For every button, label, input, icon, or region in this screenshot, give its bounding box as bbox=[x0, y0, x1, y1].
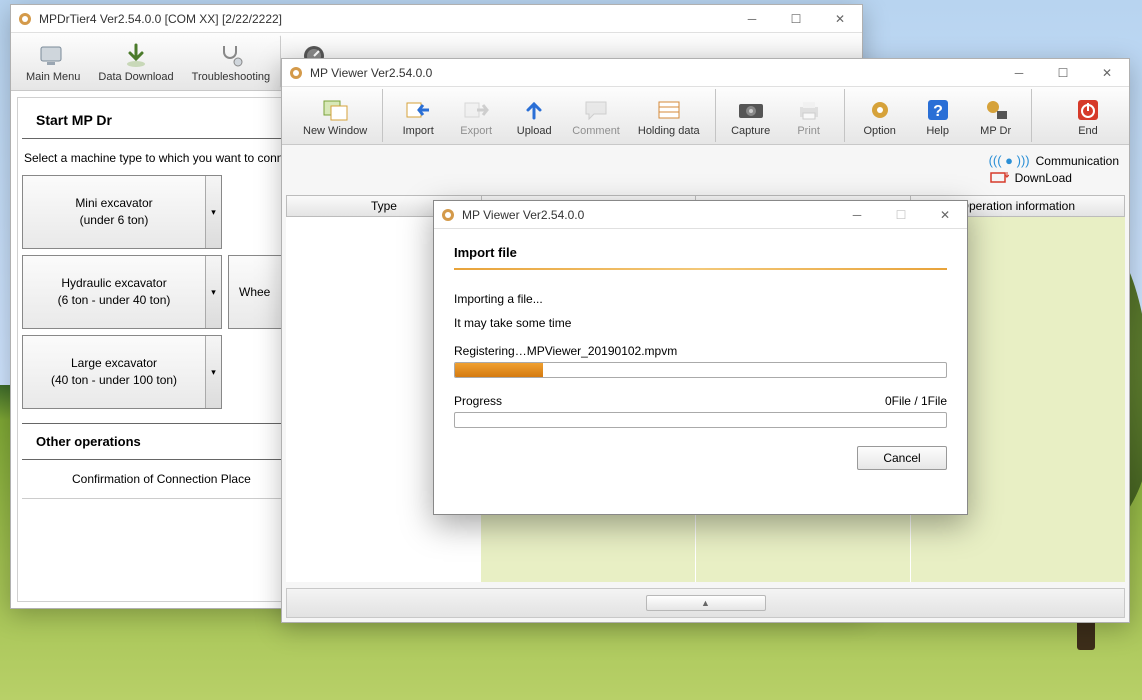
main-menu-label: Main Menu bbox=[26, 71, 80, 83]
new-window-button[interactable]: New Window bbox=[294, 89, 376, 142]
troubleshooting-label: Troubleshooting bbox=[192, 71, 270, 83]
footer-bar: ▲ bbox=[286, 588, 1125, 618]
importing-text: Importing a file... bbox=[454, 292, 947, 306]
expand-up-button[interactable]: ▲ bbox=[646, 595, 766, 611]
maytake-text: It may take some time bbox=[454, 316, 947, 330]
file-progress-bar bbox=[454, 362, 947, 378]
mpdr-titlebar[interactable]: MPDrTier4 Ver2.54.0.0 [COM XX] [2/22/222… bbox=[11, 5, 862, 33]
gear-icon bbox=[865, 95, 895, 125]
communication-status: ((( ● )))Communication bbox=[989, 153, 1119, 168]
upload-button[interactable]: Upload bbox=[505, 89, 563, 142]
stethoscope-icon bbox=[216, 41, 246, 71]
file-progress-fill bbox=[455, 363, 543, 377]
import-label: Import bbox=[403, 125, 434, 137]
option-button[interactable]: Option bbox=[851, 89, 909, 142]
progress-label: Progress bbox=[454, 394, 502, 408]
new-window-icon bbox=[320, 95, 350, 125]
capture-button[interactable]: Capture bbox=[722, 89, 780, 142]
upload-label: Upload bbox=[517, 125, 552, 137]
status-panel: ((( ● )))Communication DownLoad bbox=[989, 153, 1119, 188]
progress-count: 0File / 1File bbox=[885, 394, 947, 408]
svg-text:?: ? bbox=[933, 103, 943, 120]
dialog-app-icon bbox=[440, 207, 456, 223]
mpviewer-title-text: MP Viewer Ver2.54.0.0 bbox=[310, 66, 432, 80]
export-button[interactable]: Export bbox=[447, 89, 505, 142]
upload-icon bbox=[519, 95, 549, 125]
import-button[interactable]: Import bbox=[389, 89, 447, 142]
export-icon bbox=[461, 95, 491, 125]
holding-data-label: Holding data bbox=[638, 125, 700, 137]
main-menu-button[interactable]: Main Menu bbox=[17, 35, 89, 88]
help-label: Help bbox=[926, 125, 949, 137]
signal-icon: ((( ● ))) bbox=[989, 153, 1030, 168]
close-button[interactable]: ✕ bbox=[923, 201, 967, 229]
maximize-button[interactable]: ☐ bbox=[1041, 59, 1085, 87]
holding-data-button[interactable]: Holding data bbox=[629, 89, 709, 142]
maximize-button[interactable]: ☐ bbox=[774, 5, 818, 33]
mpviewer-app-icon bbox=[288, 65, 304, 81]
dropdown-arrow-icon[interactable]: ▾ bbox=[205, 176, 221, 248]
dialog-titlebar[interactable]: MP Viewer Ver2.54.0.0 ─ ☐ ✕ bbox=[434, 201, 967, 229]
dropdown-arrow-icon[interactable]: ▾ bbox=[205, 256, 221, 328]
overall-progress-bar bbox=[454, 412, 947, 428]
comment-label: Comment bbox=[572, 125, 620, 137]
troubleshooting-button[interactable]: Troubleshooting bbox=[183, 35, 281, 88]
mpdr-button[interactable]: MP Dr bbox=[967, 89, 1025, 142]
dropdown-arrow-icon[interactable]: ▾ bbox=[205, 336, 221, 408]
machine-mini-excavator[interactable]: Mini excavator(under 6 ton)▾ bbox=[22, 175, 222, 249]
monitor-icon bbox=[38, 41, 68, 71]
import-icon bbox=[403, 95, 433, 125]
close-button[interactable]: ✕ bbox=[1085, 59, 1129, 87]
machine-large-excavator[interactable]: Large excavator(40 ton - under 100 ton)▾ bbox=[22, 335, 222, 409]
capture-label: Capture bbox=[731, 125, 770, 137]
minimize-button[interactable]: ─ bbox=[730, 5, 774, 33]
mpdr-title-text: MPDrTier4 Ver2.54.0.0 [COM XX] [2/22/222… bbox=[39, 12, 282, 26]
import-dialog: MP Viewer Ver2.54.0.0 ─ ☐ ✕ Import file … bbox=[433, 200, 968, 515]
comment-icon bbox=[581, 95, 611, 125]
data-download-label: Data Download bbox=[98, 71, 173, 83]
printer-icon bbox=[794, 95, 824, 125]
mpdr-app-icon bbox=[17, 11, 33, 27]
end-label: End bbox=[1078, 125, 1098, 137]
print-label: Print bbox=[797, 125, 820, 137]
mpviewer-titlebar[interactable]: MP Viewer Ver2.54.0.0 ─ ☐ ✕ bbox=[282, 59, 1129, 87]
help-icon: ? bbox=[923, 95, 953, 125]
print-button[interactable]: Print bbox=[780, 89, 838, 142]
dialog-title-text: MP Viewer Ver2.54.0.0 bbox=[462, 208, 584, 222]
power-icon bbox=[1073, 95, 1103, 125]
chevron-up-icon: ▲ bbox=[701, 598, 710, 608]
export-label: Export bbox=[460, 125, 492, 137]
mpviewer-toolbar: New Window Import Export Upload Comment … bbox=[282, 87, 1129, 145]
option-label: Option bbox=[863, 125, 895, 137]
download-arrow-icon bbox=[121, 41, 151, 71]
mpdr-label: MP Dr bbox=[980, 125, 1011, 137]
help-button[interactable]: ? Help bbox=[909, 89, 967, 142]
end-button[interactable]: End bbox=[1059, 89, 1117, 142]
download-status: DownLoad bbox=[989, 171, 1119, 185]
registering-text: Registering…MPViewer_20190102.mpvm bbox=[454, 344, 947, 358]
download-icon bbox=[989, 171, 1009, 185]
camera-icon bbox=[736, 95, 766, 125]
minimize-button[interactable]: ─ bbox=[835, 201, 879, 229]
comment-button[interactable]: Comment bbox=[563, 89, 629, 142]
maximize-button[interactable]: ☐ bbox=[879, 201, 923, 229]
close-button[interactable]: ✕ bbox=[818, 5, 862, 33]
mpdr-icon bbox=[981, 95, 1011, 125]
minimize-button[interactable]: ─ bbox=[997, 59, 1041, 87]
dialog-body: Import file Importing a file... It may t… bbox=[434, 229, 967, 484]
holding-data-icon bbox=[654, 95, 684, 125]
cancel-button[interactable]: Cancel bbox=[857, 446, 947, 470]
import-file-heading: Import file bbox=[454, 245, 947, 260]
data-download-button[interactable]: Data Download bbox=[89, 35, 182, 88]
machine-hydraulic-excavator[interactable]: Hydraulic excavator(6 ton - under 40 ton… bbox=[22, 255, 222, 329]
new-window-label: New Window bbox=[303, 125, 367, 137]
heading-divider bbox=[454, 268, 947, 270]
